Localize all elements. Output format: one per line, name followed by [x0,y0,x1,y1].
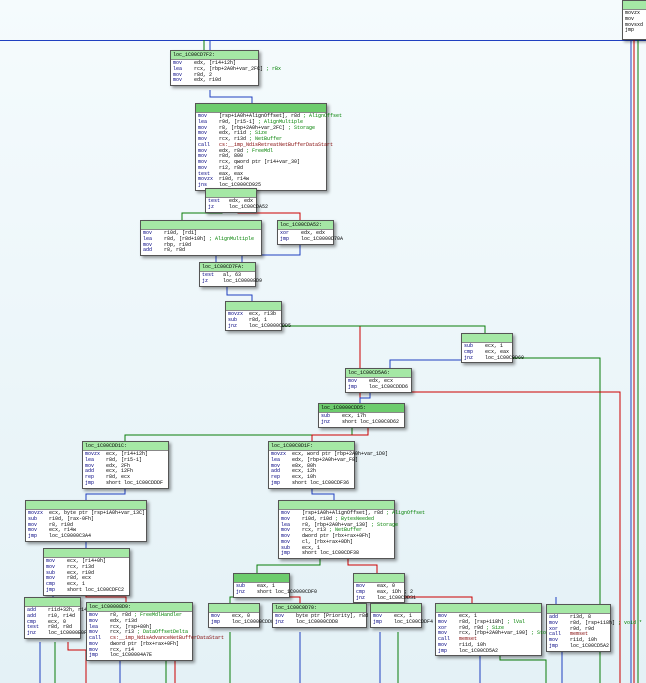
node-header [354,574,404,583]
node-header [371,604,421,613]
node-12f[interactable]: loc_1C00C0D70: movbyte ptr [Priority], r… [272,603,367,628]
node-header: loc_1C00C0D1F: [269,442,354,451]
node-body: movzxecx, r13bsubr8d, 1jnzloc_1C0000CDD5 [226,311,281,330]
node-body: movr8, r8d ; FreeMdlHandlermovedx, r13dl… [87,612,192,660]
node-header [279,501,394,510]
node-9b[interactable]: loc_1C00C0D1F: movzxecx, word ptr [rbp+2… [268,441,355,489]
node-header [44,549,129,558]
node-loc-1[interactable]: loc_1C00CD7F2: movedx, [r14+12h]learcx, … [170,50,259,86]
node-body: mov[rsp+1A0h+AlignOffset], r8d ; AlignOf… [196,113,326,190]
node-body: testedx, edxjzloc_1C00CDA52 [206,198,256,212]
node-header [196,104,326,113]
node-body: movr10d, [rdi]lear8d, [r8d+10h] ; AlignM… [141,230,261,255]
node-6b[interactable]: subecx, 1cmpecx, eaxjnzloc_1C00C0D60 [461,333,513,363]
graph-view[interactable]: movzx mov movsxd jmp loc_1C00CD7F2: move… [0,0,646,683]
node-header: loc_1C00C0D70: [273,604,366,613]
node-header [462,334,512,343]
node-body: movecx, 1movr8d, [rsp+118h] ; lValxorr9d… [436,613,541,655]
node-4[interactable]: loc_1C00CD7FA: testal, 63jzloc_1C00008D9 [199,262,256,287]
node-header: loc_1C00CDD1C: [83,442,168,451]
node-3b[interactable]: loc_1C00CDA52: xoredx, edxjmploc_1C0000D… [277,220,334,245]
node-body: movbyte ptr [Priority], r8djnzloc_1C0000… [273,613,366,627]
node-10a[interactable]: movzxecx, byte ptr [rsp+1A0h+var_13C]sub… [25,500,147,542]
node-body: mov[rsp+1A0h+AlignOffset], r8d ; AlignOf… [279,510,394,558]
node-8[interactable]: loc_1C0000CDD5: subecx, 17hjnzshort loc_… [318,403,405,428]
node-header [206,189,256,198]
node-body: movzxecx, [r14+12h]lear8d, [r15-1]movedx… [83,451,168,488]
node-12a[interactable]: addr11d+32h, r14daddr10, r14dcmpecx, 0te… [24,597,81,639]
node-12e[interactable]: movecx, 0jmploc_1C0000CDD8 [208,603,260,628]
node-11a[interactable]: movecx, [r14+0h]movrcx, r13dsubecx, r10d… [43,548,130,596]
node-body: movecx, 0jmploc_1C0000CDD8 [209,613,259,627]
node-body: testal, 63jzloc_1C00008D9 [200,272,255,286]
node-7[interactable]: loc_1C00CD5A6: movedx, ecxjmploc_1C00CDD… [345,368,412,393]
node-body: addr11d+32h, r14daddr10, r14dcmpecx, 0te… [25,607,80,638]
node-body: movzxecx, byte ptr [rsp+1A0h+var_13C]sub… [26,510,146,541]
node-header [623,1,646,10]
node-body: movzxecx, word ptr [rbp+2A0h+var_1D0]lea… [269,451,354,488]
node-3a[interactable]: movr10d, [rdi]lear8d, [r8d+10h] ; AlignM… [140,220,262,256]
node-header: loc_1C00CD7F2: [171,51,258,60]
node-body: subeax, 1jnzshort loc_1C0000CDF0 [234,583,289,597]
node-12g[interactable]: movecx, 1jmploc_1C00CDDF4 [370,603,422,628]
node-body: movzx mov movsxd jmp [623,10,646,35]
node-11b[interactable]: subeax, 1jnzshort loc_1C0000CDF0 [233,573,290,598]
node-header: loc_1C0000CDD5: [319,404,404,413]
node-12b[interactable]: loc_1C00008D9: movr8, r8d ; FreeMdlHandl… [86,602,193,661]
node-body: subecx, 1cmpecx, eaxjnzloc_1C00C0D60 [462,343,512,362]
node-test[interactable]: testedx, edxjzloc_1C00CDA52 [205,188,257,213]
node-header [436,604,541,613]
node-header [547,605,610,614]
node-body: addr13d, 8movr8d, [rsp+118h] ; void *xor… [547,614,610,651]
node-5[interactable]: movzxecx, r13bsubr8d, 1jnzloc_1C0000CDD5 [225,301,282,331]
node-body: movedx, [r14+12h]learcx, [rbp+2A0h+var_2… [171,60,258,85]
node-header [226,302,281,311]
node-12i[interactable]: addr13d, 8movr8d, [rsp+118h] ; void *xor… [546,604,611,652]
node-header [209,604,259,613]
node-12h[interactable]: movecx, 1movr8d, [rsp+118h] ; lValxorr9d… [435,603,542,656]
node-body: movecx, 1jmploc_1C00CDDF4 [371,613,421,627]
node-9a[interactable]: loc_1C00CDD1C: movzxecx, [r14+12h]lear8d… [82,441,169,489]
node-header [234,574,289,583]
separator [0,40,646,41]
node-header [141,221,261,230]
node-header [25,598,80,607]
node-header: loc_1C00CD5A6: [346,369,411,378]
node-right-fragment[interactable]: movzx mov movsxd jmp [622,0,646,40]
node-body: movedx, ecxjmploc_1C00CDDD6 [346,378,411,392]
node-body: moveax, 0cmpeax, 1Dh ; 2jnzloc_1C00CDD31 [354,583,404,602]
node-10b[interactable]: mov[rsp+1A0h+AlignOffset], r8d ; AlignOf… [278,500,395,559]
node-body: subecx, 17hjnzshort loc_1C00C0D62 [319,413,404,427]
node-header: loc_1C00CD7FA: [200,263,255,272]
node-header: loc_1C00008D9: [87,603,192,612]
node-header [26,501,146,510]
node-body: movecx, [r14+0h]movrcx, r13dsubecx, r10d… [44,558,129,595]
node-11c[interactable]: moveax, 0cmpeax, 1Dh ; 2jnzloc_1C00CDD31 [353,573,405,603]
node-loc-2[interactable]: mov[rsp+1A0h+AlignOffset], r8d ; AlignOf… [195,103,327,191]
node-body: xoredx, edxjmploc_1C0000D70A [278,230,333,244]
node-header: loc_1C00CDA52: [278,221,333,230]
